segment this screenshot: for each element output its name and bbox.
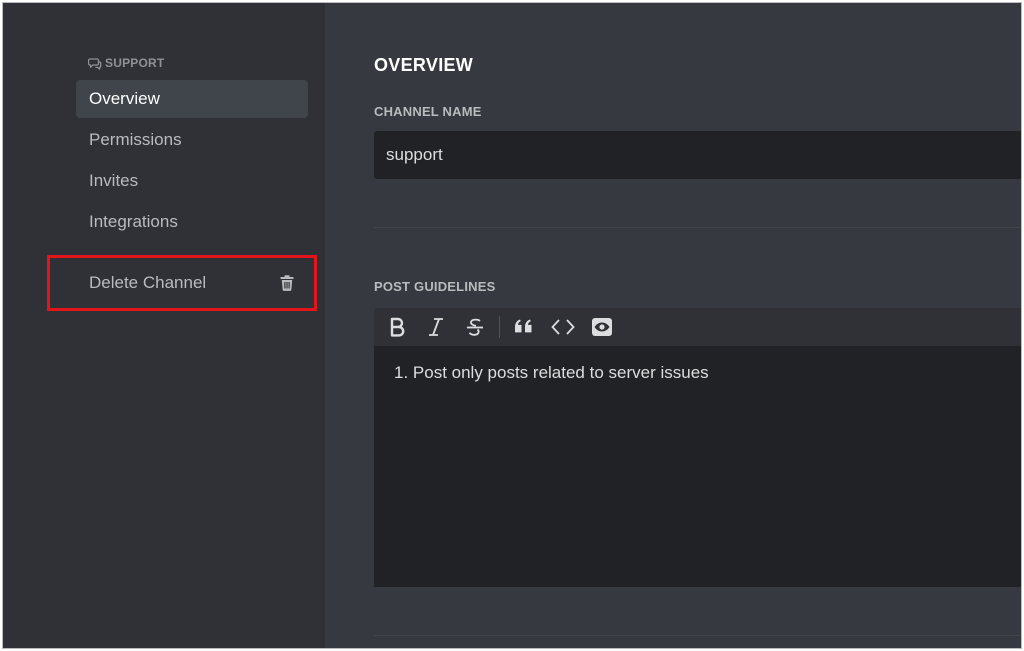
guidelines-text: 1. Post only posts related to server iss… [394, 363, 709, 382]
sidebar-item-label: Overview [89, 89, 160, 108]
quote-icon [515, 319, 532, 333]
channel-name-label: CHANNEL NAME [374, 104, 482, 119]
sidebar-category-label: SUPPORT [105, 56, 165, 70]
page-title: OVERVIEW [374, 55, 474, 75]
delete-channel-button[interactable]: Delete Channel [76, 264, 308, 302]
sidebar-item-overview[interactable]: Overview [76, 80, 308, 118]
channel-name-input[interactable] [374, 131, 1021, 179]
guidelines-editor[interactable]: 1. Post only posts related to server iss… [374, 346, 1021, 587]
strikethrough-button[interactable] [460, 312, 490, 342]
bold-icon [390, 317, 405, 337]
sidebar-item-label: Integrations [89, 212, 178, 231]
sidebar-category: SUPPORT [88, 55, 164, 71]
sidebar-item-invites[interactable]: Invites [76, 162, 308, 200]
settings-window: SUPPORT Overview Permissions Invites Int… [2, 2, 1022, 649]
settings-sidebar: SUPPORT Overview Permissions Invites Int… [3, 3, 325, 648]
toolbar-separator [499, 316, 500, 338]
settings-content: OVERVIEW CHANNEL NAME POST GUIDELINES [325, 3, 1021, 648]
code-button[interactable] [548, 312, 578, 342]
section-divider [374, 227, 1021, 228]
delete-channel-label: Delete Channel [89, 273, 207, 292]
preview-eye-icon [592, 318, 612, 336]
strikethrough-icon [467, 318, 483, 336]
quote-button[interactable] [509, 312, 539, 342]
forum-channel-icon [88, 58, 102, 70]
preview-button[interactable] [587, 312, 617, 342]
section-divider [374, 635, 1021, 636]
formatting-toolbar [374, 308, 1021, 346]
bold-button[interactable] [382, 312, 412, 342]
italic-button[interactable] [421, 312, 451, 342]
italic-icon [429, 318, 443, 336]
code-icon [551, 319, 575, 335]
sidebar-item-label: Invites [89, 171, 139, 190]
post-guidelines-label: POST GUIDELINES [374, 279, 496, 294]
sidebar-item-permissions[interactable]: Permissions [76, 121, 308, 159]
sidebar-item-integrations[interactable]: Integrations [76, 203, 308, 241]
sidebar-item-label: Permissions [89, 130, 182, 149]
trash-icon [280, 275, 294, 291]
